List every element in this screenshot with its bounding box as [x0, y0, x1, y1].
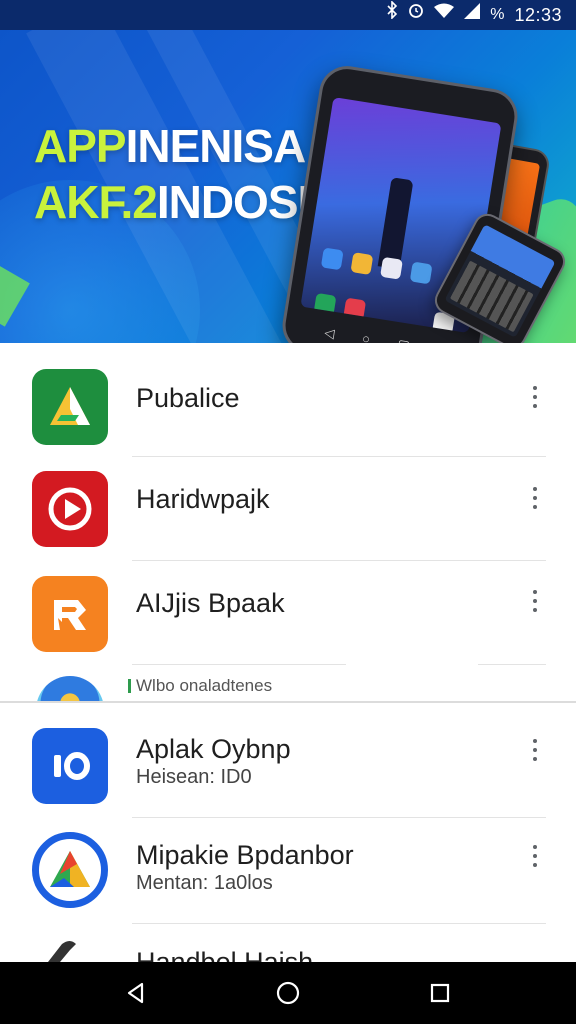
banner-title-line-2: AKF.2INDOSIA	[34, 176, 342, 228]
navigation-bar	[0, 962, 576, 1024]
list-item[interactable]: Mipakie Bpdanbor Mentan: 1a0los	[0, 822, 576, 926]
partial-app-icon	[36, 676, 104, 702]
promo-banner[interactable]: APPINENISA AKF.2INDOSIA ◁○▢	[0, 30, 576, 343]
battery-percent-icon: %	[490, 6, 505, 23]
app-subtitle: Mentan: 1a0los	[136, 872, 273, 894]
divider	[132, 560, 546, 561]
app-name: Haridwpajk	[136, 484, 270, 514]
list-item[interactable]: Aplak Oybnp Heisean: ID0	[0, 718, 576, 822]
more-options-icon[interactable]	[524, 581, 546, 621]
app-subtitle: Heisean: ID0	[136, 766, 252, 788]
back-icon[interactable]	[106, 962, 166, 1024]
section-divider	[0, 701, 576, 703]
divider	[132, 456, 546, 457]
partial-app-icon	[40, 938, 96, 962]
signal-icon	[464, 0, 481, 30]
banner-title-line-1: APPINENISA	[34, 120, 306, 172]
alarm-icon	[408, 0, 424, 30]
partial-row-label[interactable]: Wlbo onaladtenes	[136, 676, 272, 696]
io-logo-icon	[32, 728, 108, 804]
app-name: AIJjis Bpaak	[136, 588, 285, 618]
app-name: Aplak Oybnp	[136, 734, 291, 764]
play-icon	[32, 471, 108, 547]
divider	[132, 664, 346, 665]
divider	[132, 817, 546, 818]
more-options-icon[interactable]	[524, 836, 546, 876]
partial-row-label[interactable]: Handbol Haish	[136, 946, 313, 962]
more-options-icon[interactable]	[524, 478, 546, 518]
recents-icon[interactable]	[410, 962, 470, 1024]
r-logo-icon	[32, 576, 108, 652]
partial-row-marker	[128, 679, 131, 693]
status-icons: % 12:33	[386, 0, 562, 30]
more-options-icon[interactable]	[524, 377, 546, 417]
tri-circle-icon	[32, 832, 108, 908]
status-bar: % 12:33	[0, 0, 576, 30]
app-name: Mipakie Bpdanbor	[136, 840, 354, 870]
more-options-icon[interactable]	[524, 730, 546, 770]
banner-title: APPINENISA AKF.2INDOSIA	[34, 118, 342, 230]
list-item[interactable]: Haridwpajk	[0, 460, 576, 564]
list-item[interactable]: Pubalice	[0, 357, 576, 461]
app-name: Pubalice	[136, 383, 240, 413]
divider	[132, 923, 546, 924]
list-item[interactable]: AIJjis Bpaak	[0, 564, 576, 668]
status-time: 12:33	[514, 4, 562, 25]
wifi-icon	[434, 0, 455, 30]
triangle-a-icon	[32, 369, 108, 445]
home-icon[interactable]	[258, 962, 318, 1024]
bluetooth-icon	[386, 0, 398, 30]
divider	[478, 664, 546, 665]
